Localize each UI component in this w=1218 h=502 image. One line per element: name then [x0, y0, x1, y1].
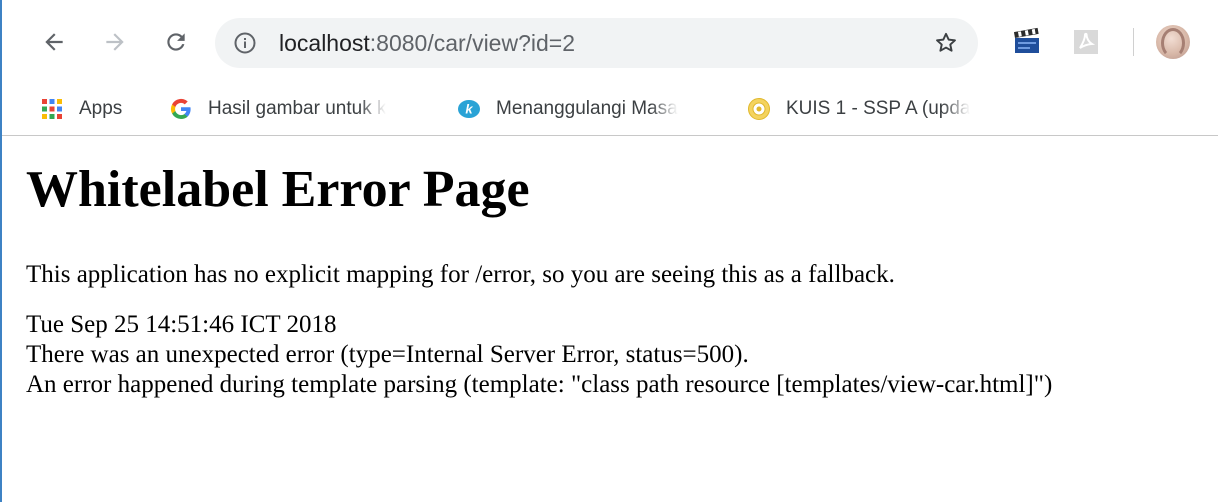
apps-grid-icon [42, 99, 62, 119]
error-details: Tue Sep 25 14:51:46 ICT 2018 There was a… [26, 310, 1196, 400]
kompasiana-icon: k [458, 100, 480, 118]
google-icon [170, 98, 191, 120]
bookmark-label: KUIS 1 - SSP A (upda [786, 98, 971, 119]
bookmark-google[interactable]: Hasil gambar untuk k [169, 92, 424, 126]
bookmark-apps[interactable]: Apps [40, 92, 140, 126]
url-host: localhost [279, 30, 370, 56]
browser-toolbar: localhost:8080/car/view?id=2 [2, 0, 1218, 84]
error-type-line: There was an unexpected error (type=Inte… [26, 341, 749, 368]
url-path: :8080/car/view?id=2 [369, 30, 575, 56]
url-text[interactable]: localhost:8080/car/view?id=2 [279, 30, 575, 56]
reload-button[interactable] [160, 26, 192, 58]
back-button[interactable] [38, 26, 70, 58]
avatar-image [1161, 28, 1185, 58]
profile-avatar[interactable] [1156, 25, 1190, 59]
bookmarks-bar: Apps Hasil gambar untuk k k Menanggulang… [2, 84, 1218, 136]
reload-icon [167, 33, 185, 51]
svg-text:k: k [465, 102, 473, 117]
template-error-line: An error happened during template parsin… [26, 371, 1053, 398]
pdf-extension-icon[interactable] [1071, 27, 1101, 57]
back-arrow-icon [45, 33, 63, 51]
address-bar[interactable]: localhost:8080/car/view?id=2 [215, 18, 978, 68]
error-page: Whitelabel Error Page This application h… [26, 136, 1196, 400]
bookmark-kompasiana[interactable]: k Menanggulangi Masa [457, 92, 719, 126]
error-timestamp: Tue Sep 25 14:51:46 ICT 2018 [26, 311, 337, 338]
tab-strip [2, 0, 1218, 7]
university-seal-icon [748, 98, 770, 120]
bookmark-label: Menanggulangi Masa [496, 98, 678, 119]
bookmark-label: Hasil gambar untuk k [208, 98, 387, 119]
bookmark-label: Apps [79, 98, 123, 119]
fallback-message: This application has no explicit mapping… [26, 261, 895, 288]
site-info-icon[interactable] [233, 31, 257, 55]
bookmark-kuis[interactable]: KUIS 1 - SSP A (upda [747, 92, 1009, 126]
page-title: Whitelabel Error Page [26, 161, 530, 218]
bookmark-star-icon[interactable] [933, 30, 959, 56]
clapperboard-extension-icon[interactable] [1012, 27, 1042, 57]
forward-button[interactable] [99, 26, 131, 58]
toolbar-divider [1133, 28, 1134, 56]
forward-arrow-icon [106, 33, 124, 51]
